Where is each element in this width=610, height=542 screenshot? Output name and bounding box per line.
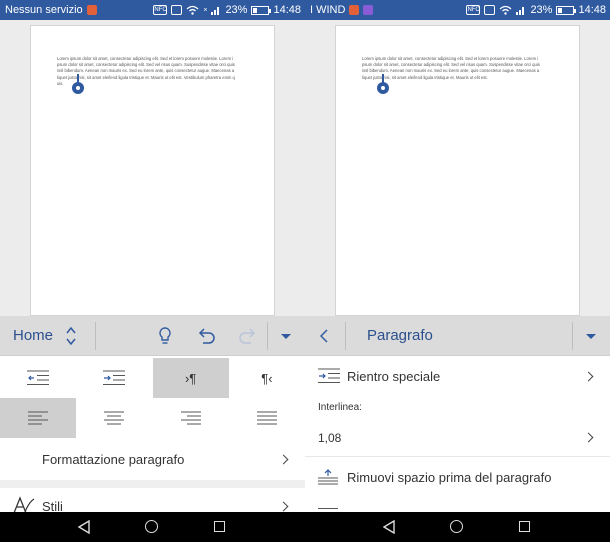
paragraph-toolbar: Paragrafo — [305, 316, 610, 356]
battery-percent: 23% — [225, 4, 248, 16]
back-icon[interactable] — [78, 520, 90, 534]
battery-percent: 23% — [530, 4, 553, 16]
home-icon[interactable] — [450, 520, 463, 533]
signal-icon: × — [203, 6, 208, 14]
align-left-icon — [28, 411, 49, 425]
navigation-bar — [305, 512, 610, 542]
align-right-button[interactable] — [153, 398, 229, 438]
line-spacing-label: Interlinea: — [318, 402, 362, 413]
collapse-ribbon-icon[interactable] — [586, 334, 596, 339]
next-row-icon — [318, 508, 338, 509]
app-notification-icon — [363, 5, 374, 15]
recent-apps-icon[interactable] — [519, 521, 530, 532]
ribbon-toolbar: Home — [0, 316, 305, 356]
remove-space-before-icon — [318, 469, 338, 485]
wifi-icon — [186, 5, 199, 15]
battery-icon — [251, 5, 272, 15]
justify-icon — [256, 411, 277, 425]
status-bar: I WIND NFC 23% 14:48 — [305, 0, 610, 20]
undo-icon[interactable] — [198, 328, 216, 344]
back-chevron-icon[interactable] — [320, 329, 328, 343]
back-icon[interactable] — [383, 520, 395, 534]
toolbar-title: Paragrafo — [367, 327, 433, 344]
remove-space-before-label: Rimuovi spazio prima del paragrafo — [347, 470, 552, 485]
styles-row[interactable]: Stili — [0, 488, 305, 512]
collapse-ribbon-icon[interactable] — [281, 334, 291, 339]
chevron-right-icon — [583, 371, 594, 382]
status-bar: Nessun servizio NFC × 23% 14:48 — [0, 0, 305, 20]
right-screen: I WIND NFC 23% 14:48 Lorem ipsum dolor s… — [305, 0, 610, 542]
section-divider — [0, 480, 305, 488]
redo-icon[interactable] — [238, 328, 256, 344]
lightbulb-icon[interactable] — [158, 326, 172, 346]
right-to-left-button[interactable]: ¶‹ — [229, 358, 305, 398]
clock: 14:48 — [578, 4, 606, 16]
battery-icon — [556, 5, 577, 15]
special-indent-label: Rientro speciale — [347, 369, 441, 384]
document-canvas[interactable]: Lorem ipsum dolor sit amet, consectetur … — [305, 20, 610, 316]
home-icon[interactable] — [145, 520, 158, 533]
vibrate-icon — [171, 5, 183, 15]
paragraph-formatting-row[interactable]: Formattazione paragrafo — [0, 440, 305, 480]
alignment-row — [0, 398, 305, 438]
decrease-indent-icon — [27, 370, 50, 385]
align-center-button[interactable] — [76, 398, 152, 438]
toolbar-divider — [572, 322, 573, 350]
rtl-paragraph-icon: ¶‹ — [261, 370, 273, 386]
clock: 14:48 — [273, 4, 301, 16]
special-indent-icon — [318, 368, 340, 383]
cursor-handle[interactable] — [72, 74, 84, 96]
tab-switch-icon[interactable] — [66, 327, 76, 345]
nfc-icon: NFC — [153, 5, 168, 15]
left-screen: Nessun servizio NFC × 23% 14:48 Lorem ip… — [0, 0, 305, 542]
system-icons: NFC 23% 14:48 — [466, 0, 606, 20]
increase-indent-icon — [103, 370, 126, 385]
toolbar-divider — [345, 322, 346, 350]
document-page[interactable]: Lorem ipsum dolor sit amet, consectetur … — [30, 25, 275, 316]
toolbar-divider — [267, 322, 268, 350]
align-center-icon — [104, 411, 125, 425]
line-spacing-value: 1,08 — [318, 431, 342, 445]
system-icons: NFC × 23% 14:48 — [153, 0, 301, 20]
increase-indent-button[interactable] — [76, 358, 152, 398]
toolbar-divider — [95, 322, 96, 350]
cursor-handle[interactable] — [377, 74, 389, 96]
notification-icon — [86, 5, 97, 15]
document-page[interactable]: Lorem ipsum dolor sit amet, consectetur … — [335, 25, 580, 316]
remove-space-before-row[interactable]: Rimuovi spazio prima del paragrafo — [305, 456, 610, 497]
chevron-right-icon — [278, 501, 289, 512]
vibrate-icon — [484, 5, 496, 15]
special-indent-row[interactable]: Rientro speciale — [305, 356, 610, 396]
paragraph-formatting-label: Formattazione paragrafo — [42, 452, 185, 467]
ribbon-tab-selector[interactable]: Home — [13, 327, 53, 344]
carrier-label: I WIND — [310, 4, 346, 16]
carrier-label: Nessun servizio — [5, 4, 83, 16]
decrease-indent-button[interactable] — [0, 358, 76, 398]
navigation-bar — [0, 512, 305, 542]
chevron-right-icon — [278, 454, 289, 465]
paragraph-options-panel: Rientro speciale Interlinea: 1,08 Rimuov… — [305, 356, 610, 512]
indent-direction-row: ›¶ ¶‹ — [0, 358, 305, 398]
signal-bars-icon — [516, 7, 525, 15]
ltr-paragraph-icon: ›¶ — [184, 370, 197, 386]
document-canvas[interactable]: Lorem ipsum dolor sit amet, consectetur … — [0, 20, 305, 316]
justify-button[interactable] — [229, 398, 305, 438]
styles-icon — [13, 496, 35, 512]
signal-bars-icon — [211, 7, 220, 15]
chevron-right-icon — [583, 432, 594, 443]
recent-apps-icon[interactable] — [214, 521, 225, 532]
paragraph-panel: ›¶ ¶‹ Formattazione paragrafo Stili — [0, 356, 305, 512]
align-left-button[interactable] — [0, 398, 77, 438]
wifi-icon — [500, 5, 512, 15]
left-to-right-button[interactable]: ›¶ — [152, 358, 229, 398]
line-spacing-row[interactable]: Interlinea: 1,08 — [305, 396, 610, 456]
notification-icon — [349, 5, 360, 15]
align-right-icon — [180, 411, 201, 425]
styles-label: Stili — [42, 499, 63, 512]
nfc-icon: NFC — [466, 5, 481, 15]
